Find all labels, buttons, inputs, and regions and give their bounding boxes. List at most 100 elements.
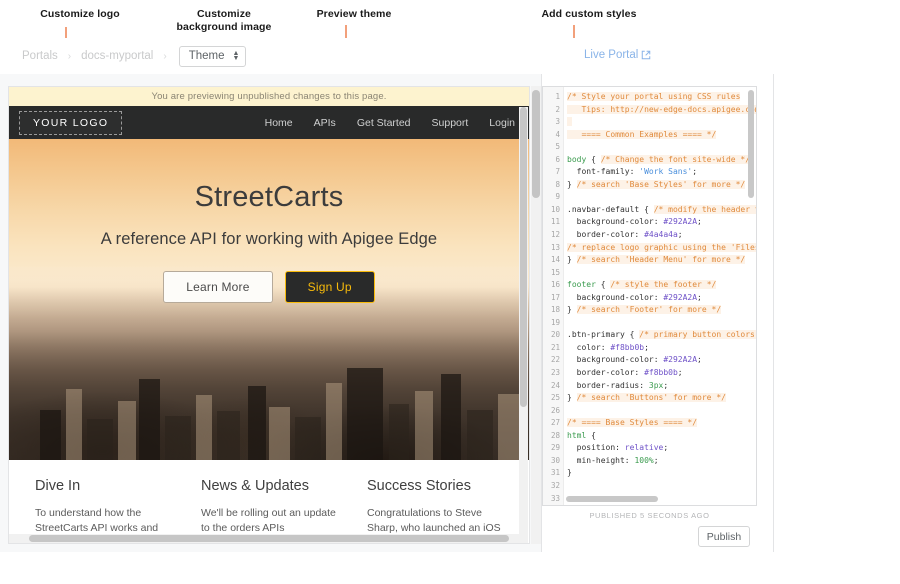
editor-code-line[interactable] [567,191,756,204]
editor-line-number: 16 [543,279,560,292]
editor-line-number: 15 [543,267,560,280]
portal-logo-placeholder[interactable]: YOUR LOGO [19,111,122,135]
editor-code-line[interactable]: color: #f8bb0b; [567,342,756,355]
hero-building-blocks [9,312,529,460]
card-news-updates: News & Updates We'll be rolling out an u… [201,478,337,536]
editor-code-line[interactable]: .navbar-default { /* modify the header t… [567,204,756,217]
editor-code-line[interactable]: } /* search 'Buttons' for more */ [567,392,756,405]
editor-code-line[interactable]: background-color: #292A2A; [567,354,756,367]
page-vertical-scrollbar-thumb[interactable] [532,90,540,198]
breadcrumb-item-portals[interactable]: Portals [22,50,68,62]
sign-up-button[interactable]: Sign Up [285,271,375,303]
editor-line-number: 23 [543,367,560,380]
published-timestamp: PUBLISHED 5 SECONDS AGO [542,511,757,520]
editor-horizontal-scrollbar[interactable] [566,496,752,503]
portal-nav-link-home[interactable]: Home [265,117,293,129]
card-heading: News & Updates [201,478,337,494]
editor-line-number: 2 [543,104,560,117]
annotation-label-preview-theme: Preview theme [300,8,408,21]
editor-vertical-scrollbar-thumb[interactable] [748,90,754,198]
breadcrumb-separator-icon: › [68,51,81,62]
portal-hero-background-image[interactable]: StreetCarts A reference API for working … [9,139,529,460]
editor-code-line[interactable]: background-color: #292A2A; [567,216,756,229]
preview-horizontal-scrollbar-thumb[interactable] [29,535,509,542]
editor-line-number: 8 [543,179,560,192]
editor-horizontal-scrollbar-thumb[interactable] [566,496,658,502]
editor-code-line[interactable]: Tips: http://new-edge-docs.apigee.com/ [567,104,756,117]
editor-line-number: 25 [543,392,560,405]
editor-code-line[interactable]: } /* search 'Footer' for more */ [567,304,756,317]
editor-line-number: 29 [543,442,560,455]
editor-code-content[interactable]: /* Style your portal using CSS rules Tip… [564,87,756,505]
editor-line-number: 10 [543,204,560,217]
editor-code-line[interactable] [567,267,756,280]
editor-code-line[interactable]: /* Style your portal using CSS rules [567,91,756,104]
editor-line-number: 27 [543,417,560,430]
editor-code-line[interactable]: } /* search 'Base Styles' for more */ [567,179,756,192]
editor-code-line[interactable]: body { /* Change the font site-wide */ [567,154,756,167]
editor-code-line[interactable]: border-radius: 3px; [567,380,756,393]
editor-code-line[interactable]: background-color: #292A2A; [567,292,756,305]
portal-nav-link-login[interactable]: Login [489,117,515,129]
right-empty-pane [773,74,900,552]
editor-code-line[interactable]: .btn-primary { /* primary button colors … [567,329,756,342]
editor-code-line[interactable]: footer { /* style the footer */ [567,279,756,292]
portal-nav-link-apis[interactable]: APIs [314,117,336,129]
editor-code-line[interactable]: html { [567,430,756,443]
editor-line-number: 24 [543,380,560,393]
page-vertical-scrollbar[interactable] [531,86,541,544]
top-bar: Portals › docs-myportal › Theme ▲▼ [0,38,900,74]
editor-code-line[interactable] [567,141,756,154]
editor-code-line[interactable]: } [567,467,756,480]
editor-code-line[interactable]: /* replace logo graphic using the 'Files… [567,242,756,255]
editor-code-line[interactable] [567,317,756,330]
editor-line-numbers: 1234567891011121314151617181920212223242… [543,87,564,505]
editor-line-number: 26 [543,405,560,418]
breadcrumb: Portals › docs-myportal › Theme ▲▼ [22,46,246,67]
editor-line-number: 12 [543,229,560,242]
editor-code-line[interactable]: position: relative; [567,442,756,455]
editor-code-line[interactable]: min-height: 100%; [567,455,756,468]
card-heading: Dive In [35,478,171,494]
chevron-updown-icon: ▲▼ [233,51,240,61]
editor-code-line[interactable]: ==== Common Examples ==== */ [567,129,756,142]
breadcrumb-item-portal-name[interactable]: docs-myportal [81,50,163,62]
live-portal-link[interactable]: Live Portal [584,49,651,61]
portal-navbar: YOUR LOGO Home APIs Get Started Support … [9,106,529,139]
theme-section-select[interactable]: Theme ▲▼ [179,46,247,67]
editor-line-number: 28 [543,430,560,443]
editor-line-number: 30 [543,455,560,468]
annotation-label-add-custom-styles: Add custom styles [530,8,648,21]
work-area: You are previewing unpublished changes t… [0,74,900,552]
editor-line-number: 31 [543,467,560,480]
learn-more-button[interactable]: Learn More [163,271,272,303]
css-code-editor[interactable]: 1234567891011121314151617181920212223242… [542,86,757,506]
editor-code-line[interactable] [567,405,756,418]
portal-nav-link-get-started[interactable]: Get Started [357,117,411,129]
preview-horizontal-scrollbar[interactable] [9,534,522,543]
publish-button[interactable]: Publish [698,526,750,547]
editor-line-number: 18 [543,304,560,317]
editor-line-number: 22 [543,354,560,367]
theme-section-select-value: Theme [189,50,225,62]
screenshot-root: Customize logo Customize background imag… [0,0,900,584]
editor-code-line[interactable] [567,480,756,493]
editor-code-line[interactable]: } /* search 'Header Menu' for more */ [567,254,756,267]
editor-line-number: 19 [543,317,560,330]
portal-nav-link-support[interactable]: Support [432,117,469,129]
editor-code-line[interactable]: border-color: #4a4a4a; [567,229,756,242]
css-editor-panel: 1234567891011121314151617181920212223242… [541,74,773,552]
portal-content-cards: Dive In To understand how the StreetCart… [9,460,529,536]
external-link-icon [641,50,651,60]
annotation-label-customize-logo: Customize logo [22,8,138,21]
live-portal-label: Live Portal [584,49,638,61]
editor-line-number: 6 [543,154,560,167]
editor-code-line[interactable]: font-family: 'Work Sans'; [567,166,756,179]
hero-subtitle: A reference API for working with Apigee … [9,230,529,249]
editor-vertical-scrollbar[interactable] [748,88,755,503]
breadcrumb-separator-icon-2: › [163,51,176,62]
editor-line-number: 1 [543,91,560,104]
editor-code-line[interactable]: border-color: #f8bb0b; [567,367,756,380]
editor-code-line[interactable]: /* ==== Base Styles ==== */ [567,417,756,430]
editor-code-line[interactable] [567,116,756,129]
